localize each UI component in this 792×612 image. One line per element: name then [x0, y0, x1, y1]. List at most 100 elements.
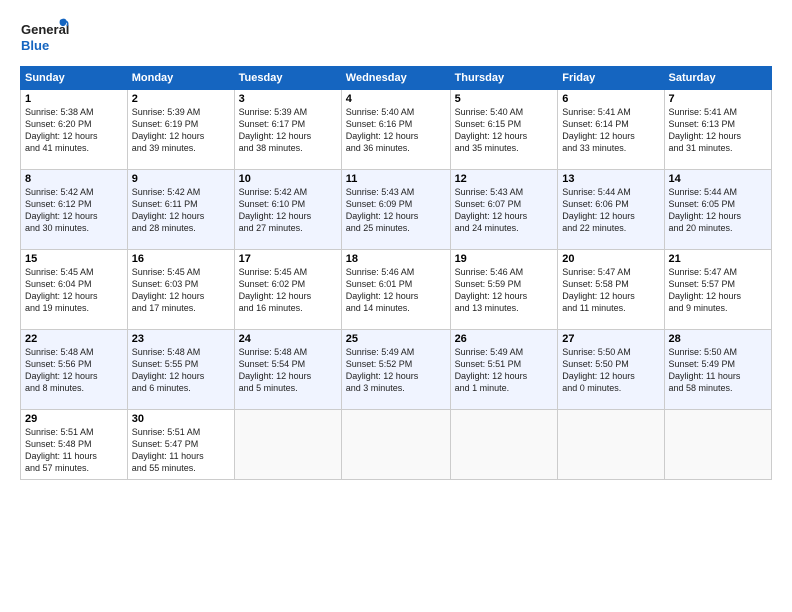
calendar-cell: 21Sunrise: 5:47 AM Sunset: 5:57 PM Dayli… — [664, 250, 771, 330]
page: General Blue SundayMondayTuesdayWednesda… — [0, 0, 792, 612]
calendar-cell: 24Sunrise: 5:48 AM Sunset: 5:54 PM Dayli… — [234, 330, 341, 410]
day-info: Sunrise: 5:44 AM Sunset: 6:06 PM Dayligh… — [562, 186, 659, 235]
calendar-cell: 3Sunrise: 5:39 AM Sunset: 6:17 PM Daylig… — [234, 90, 341, 170]
day-number: 19 — [455, 253, 554, 265]
calendar-week-row: 29Sunrise: 5:51 AM Sunset: 5:48 PM Dayli… — [21, 410, 772, 480]
day-number: 4 — [346, 93, 446, 105]
day-number: 6 — [562, 93, 659, 105]
day-number: 16 — [132, 253, 230, 265]
day-info: Sunrise: 5:42 AM Sunset: 6:11 PM Dayligh… — [132, 186, 230, 235]
calendar-cell: 30Sunrise: 5:51 AM Sunset: 5:47 PM Dayli… — [127, 410, 234, 480]
day-number: 15 — [25, 253, 123, 265]
calendar-cell: 5Sunrise: 5:40 AM Sunset: 6:15 PM Daylig… — [450, 90, 558, 170]
calendar-week-row: 8Sunrise: 5:42 AM Sunset: 6:12 PM Daylig… — [21, 170, 772, 250]
calendar-cell: 27Sunrise: 5:50 AM Sunset: 5:50 PM Dayli… — [558, 330, 664, 410]
day-number: 3 — [239, 93, 337, 105]
day-number: 21 — [669, 253, 767, 265]
day-number: 1 — [25, 93, 123, 105]
day-info: Sunrise: 5:41 AM Sunset: 6:14 PM Dayligh… — [562, 106, 659, 155]
day-number: 8 — [25, 173, 123, 185]
day-number: 13 — [562, 173, 659, 185]
calendar-cell: 16Sunrise: 5:45 AM Sunset: 6:03 PM Dayli… — [127, 250, 234, 330]
calendar-weekday-wednesday: Wednesday — [341, 67, 450, 90]
day-number: 18 — [346, 253, 446, 265]
day-info: Sunrise: 5:42 AM Sunset: 6:12 PM Dayligh… — [25, 186, 123, 235]
day-number: 20 — [562, 253, 659, 265]
logo-svg: General Blue — [20, 16, 70, 58]
calendar-cell: 23Sunrise: 5:48 AM Sunset: 5:55 PM Dayli… — [127, 330, 234, 410]
calendar-cell: 9Sunrise: 5:42 AM Sunset: 6:11 PM Daylig… — [127, 170, 234, 250]
day-info: Sunrise: 5:48 AM Sunset: 5:54 PM Dayligh… — [239, 346, 337, 395]
calendar-cell: 26Sunrise: 5:49 AM Sunset: 5:51 PM Dayli… — [450, 330, 558, 410]
day-info: Sunrise: 5:50 AM Sunset: 5:50 PM Dayligh… — [562, 346, 659, 395]
day-number: 2 — [132, 93, 230, 105]
calendar-cell — [341, 410, 450, 480]
calendar-cell: 10Sunrise: 5:42 AM Sunset: 6:10 PM Dayli… — [234, 170, 341, 250]
calendar-cell: 14Sunrise: 5:44 AM Sunset: 6:05 PM Dayli… — [664, 170, 771, 250]
calendar-cell: 15Sunrise: 5:45 AM Sunset: 6:04 PM Dayli… — [21, 250, 128, 330]
day-info: Sunrise: 5:44 AM Sunset: 6:05 PM Dayligh… — [669, 186, 767, 235]
day-info: Sunrise: 5:43 AM Sunset: 6:09 PM Dayligh… — [346, 186, 446, 235]
day-info: Sunrise: 5:38 AM Sunset: 6:20 PM Dayligh… — [25, 106, 123, 155]
calendar-cell: 11Sunrise: 5:43 AM Sunset: 6:09 PM Dayli… — [341, 170, 450, 250]
day-info: Sunrise: 5:46 AM Sunset: 5:59 PM Dayligh… — [455, 266, 554, 315]
calendar-weekday-sunday: Sunday — [21, 67, 128, 90]
calendar-cell: 25Sunrise: 5:49 AM Sunset: 5:52 PM Dayli… — [341, 330, 450, 410]
day-number: 24 — [239, 333, 337, 345]
day-info: Sunrise: 5:49 AM Sunset: 5:51 PM Dayligh… — [455, 346, 554, 395]
calendar-week-row: 1Sunrise: 5:38 AM Sunset: 6:20 PM Daylig… — [21, 90, 772, 170]
day-number: 17 — [239, 253, 337, 265]
calendar-cell — [450, 410, 558, 480]
logo: General Blue — [20, 16, 70, 58]
calendar-weekday-friday: Friday — [558, 67, 664, 90]
calendar-cell: 6Sunrise: 5:41 AM Sunset: 6:14 PM Daylig… — [558, 90, 664, 170]
calendar-cell: 13Sunrise: 5:44 AM Sunset: 6:06 PM Dayli… — [558, 170, 664, 250]
calendar-cell: 12Sunrise: 5:43 AM Sunset: 6:07 PM Dayli… — [450, 170, 558, 250]
day-number: 30 — [132, 413, 230, 425]
calendar-table: SundayMondayTuesdayWednesdayThursdayFrid… — [20, 66, 772, 480]
day-info: Sunrise: 5:51 AM Sunset: 5:47 PM Dayligh… — [132, 426, 230, 475]
day-info: Sunrise: 5:41 AM Sunset: 6:13 PM Dayligh… — [669, 106, 767, 155]
day-info: Sunrise: 5:50 AM Sunset: 5:49 PM Dayligh… — [669, 346, 767, 395]
day-number: 7 — [669, 93, 767, 105]
day-info: Sunrise: 5:48 AM Sunset: 5:56 PM Dayligh… — [25, 346, 123, 395]
calendar-cell: 22Sunrise: 5:48 AM Sunset: 5:56 PM Dayli… — [21, 330, 128, 410]
day-number: 29 — [25, 413, 123, 425]
day-info: Sunrise: 5:40 AM Sunset: 6:15 PM Dayligh… — [455, 106, 554, 155]
calendar-cell: 17Sunrise: 5:45 AM Sunset: 6:02 PM Dayli… — [234, 250, 341, 330]
day-number: 25 — [346, 333, 446, 345]
calendar-cell: 2Sunrise: 5:39 AM Sunset: 6:19 PM Daylig… — [127, 90, 234, 170]
day-number: 11 — [346, 173, 446, 185]
day-number: 27 — [562, 333, 659, 345]
svg-text:Blue: Blue — [21, 38, 49, 53]
day-info: Sunrise: 5:49 AM Sunset: 5:52 PM Dayligh… — [346, 346, 446, 395]
day-info: Sunrise: 5:47 AM Sunset: 5:57 PM Dayligh… — [669, 266, 767, 315]
calendar-cell: 20Sunrise: 5:47 AM Sunset: 5:58 PM Dayli… — [558, 250, 664, 330]
calendar-cell — [558, 410, 664, 480]
day-number: 22 — [25, 333, 123, 345]
day-info: Sunrise: 5:47 AM Sunset: 5:58 PM Dayligh… — [562, 266, 659, 315]
calendar-cell — [234, 410, 341, 480]
day-info: Sunrise: 5:39 AM Sunset: 6:19 PM Dayligh… — [132, 106, 230, 155]
calendar-cell: 29Sunrise: 5:51 AM Sunset: 5:48 PM Dayli… — [21, 410, 128, 480]
day-number: 23 — [132, 333, 230, 345]
calendar-weekday-thursday: Thursday — [450, 67, 558, 90]
calendar-cell: 4Sunrise: 5:40 AM Sunset: 6:16 PM Daylig… — [341, 90, 450, 170]
day-number: 26 — [455, 333, 554, 345]
calendar-cell: 7Sunrise: 5:41 AM Sunset: 6:13 PM Daylig… — [664, 90, 771, 170]
calendar-cell: 19Sunrise: 5:46 AM Sunset: 5:59 PM Dayli… — [450, 250, 558, 330]
day-info: Sunrise: 5:48 AM Sunset: 5:55 PM Dayligh… — [132, 346, 230, 395]
header: General Blue — [20, 16, 772, 58]
calendar-weekday-tuesday: Tuesday — [234, 67, 341, 90]
day-number: 9 — [132, 173, 230, 185]
calendar-cell: 28Sunrise: 5:50 AM Sunset: 5:49 PM Dayli… — [664, 330, 771, 410]
day-info: Sunrise: 5:43 AM Sunset: 6:07 PM Dayligh… — [455, 186, 554, 235]
calendar-header-row: SundayMondayTuesdayWednesdayThursdayFrid… — [21, 67, 772, 90]
day-info: Sunrise: 5:45 AM Sunset: 6:04 PM Dayligh… — [25, 266, 123, 315]
calendar-cell — [664, 410, 771, 480]
day-info: Sunrise: 5:45 AM Sunset: 6:02 PM Dayligh… — [239, 266, 337, 315]
calendar-weekday-saturday: Saturday — [664, 67, 771, 90]
day-number: 28 — [669, 333, 767, 345]
calendar-cell: 1Sunrise: 5:38 AM Sunset: 6:20 PM Daylig… — [21, 90, 128, 170]
calendar-cell: 8Sunrise: 5:42 AM Sunset: 6:12 PM Daylig… — [21, 170, 128, 250]
